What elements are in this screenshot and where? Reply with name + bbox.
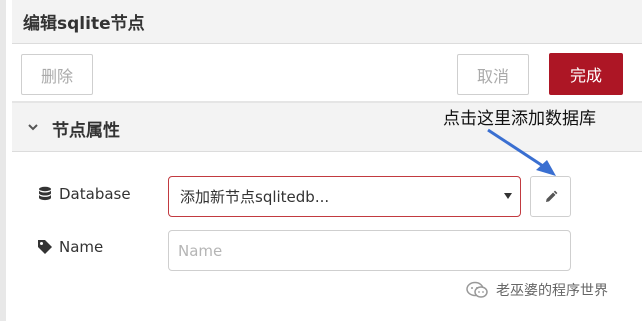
tray-header: 编辑sqlite节点 xyxy=(12,0,642,44)
name-label: Name xyxy=(59,238,104,256)
database-select-value: 添加新节点sqlitedb... xyxy=(180,188,330,206)
database-label: Database xyxy=(59,185,131,203)
name-label-row: Name xyxy=(37,238,103,256)
cancel-button[interactable]: 取消 xyxy=(457,54,529,95)
pencil-icon xyxy=(545,190,557,202)
page-title: 编辑sqlite节点 xyxy=(23,14,145,34)
section-title: 节点属性 xyxy=(52,121,120,141)
watermark-text: 老巫婆的程序世界 xyxy=(496,283,608,299)
tray-toolbar: 删除 取消 完成 xyxy=(12,44,642,102)
wechat-icon xyxy=(466,281,488,298)
database-select[interactable]: 添加新节点sqlitedb... xyxy=(168,176,521,217)
tag-icon xyxy=(38,240,52,254)
name-input[interactable] xyxy=(168,230,571,271)
done-button[interactable]: 完成 xyxy=(549,53,623,95)
edit-database-button[interactable] xyxy=(530,176,571,217)
caret-down-icon xyxy=(504,193,512,199)
annotation-arrow xyxy=(487,128,556,176)
database-icon xyxy=(39,186,51,201)
edit-tray: 编辑sqlite节点 删除 取消 完成 节点属性 Database 添加新节点s… xyxy=(0,0,642,321)
delete-button[interactable]: 删除 xyxy=(21,54,93,95)
chevron-down-icon xyxy=(28,124,38,131)
watermark: 老巫婆的程序世界 xyxy=(466,280,608,300)
database-label-row: Database xyxy=(37,185,131,203)
